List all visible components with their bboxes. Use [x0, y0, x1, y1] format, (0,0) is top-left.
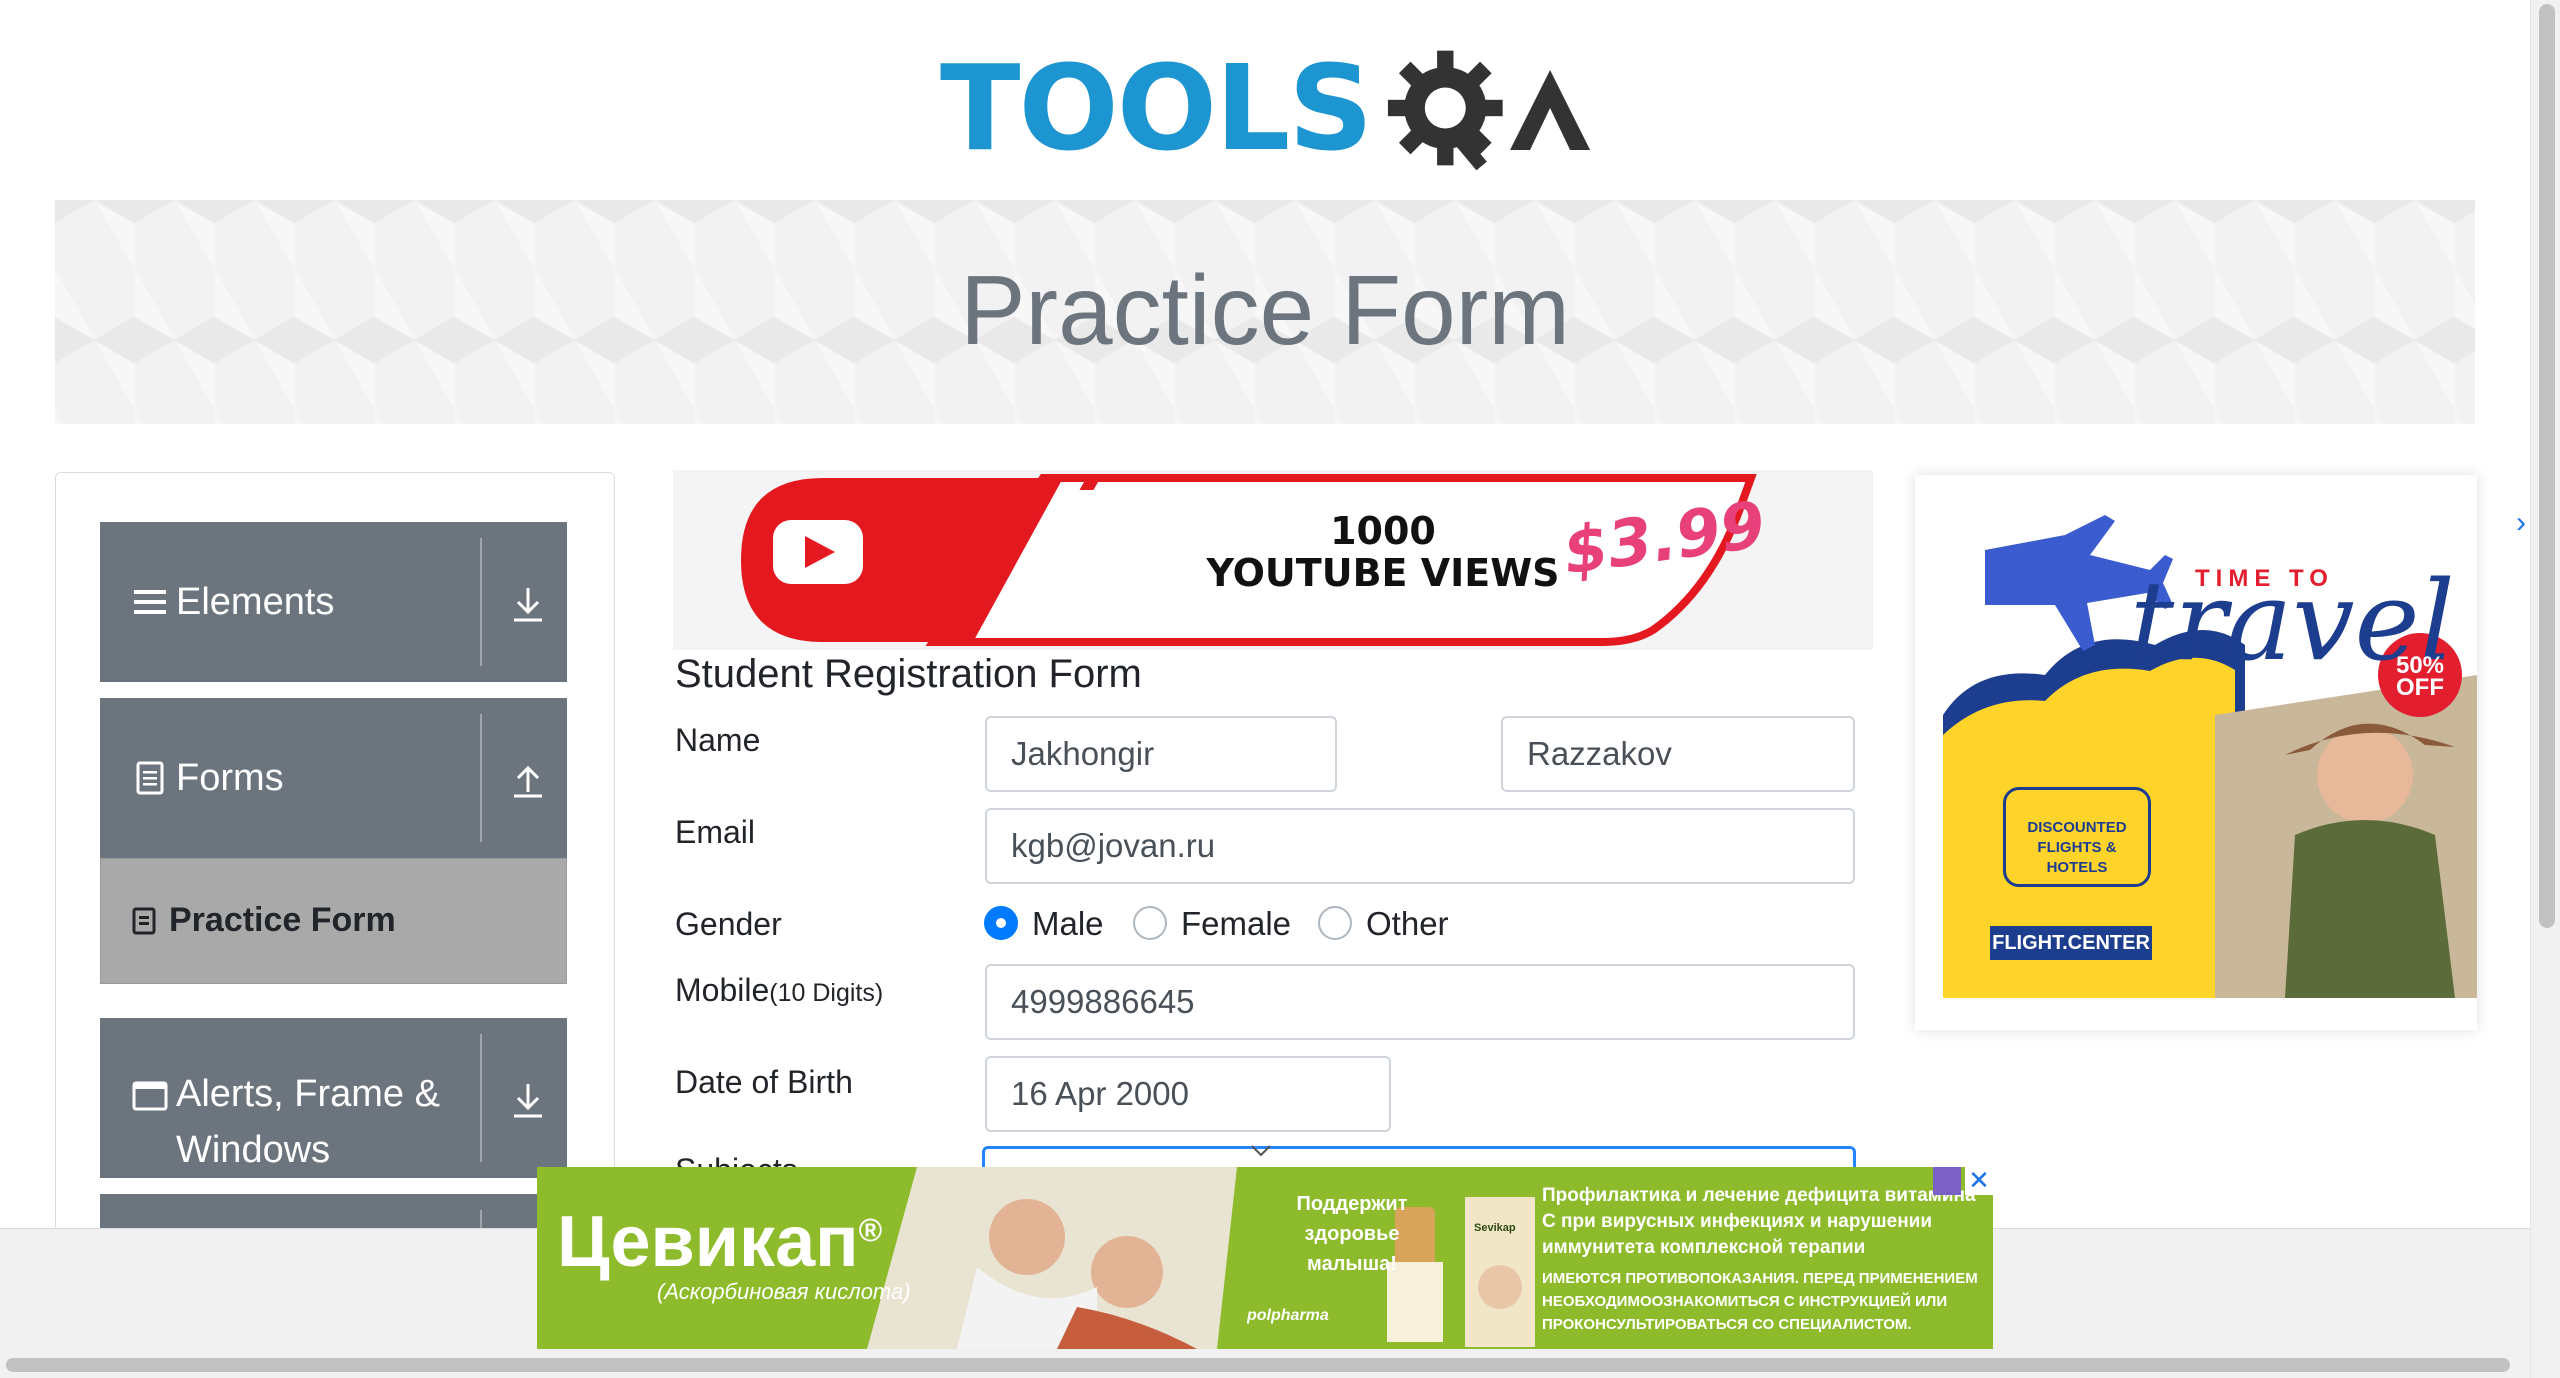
vertical-scrollbar-thumb[interactable]: [2539, 4, 2555, 928]
last-name-input[interactable]: [1501, 716, 1855, 792]
date-of-birth-input[interactable]: [985, 1056, 1391, 1132]
mobile-label-text: Mobile: [675, 972, 770, 1008]
page-title: Practice Form: [960, 255, 1570, 365]
email-label: Email: [675, 814, 756, 850]
youtube-ad-text: 1000 YOUTUBE VIEWS: [1173, 510, 1593, 594]
gender-female-label[interactable]: Female: [1181, 905, 1291, 943]
gender-other-label[interactable]: Other: [1366, 905, 1449, 943]
cevikap-description: Профилактика и лечение дефицита витамина…: [1542, 1185, 1976, 1258]
sidebar-group-divider: [480, 1034, 482, 1162]
ad-choices-icon[interactable]: ›: [2516, 506, 2526, 540]
hamburger-icon: [134, 590, 166, 614]
practice-form-icon: [132, 907, 156, 935]
sidebar-item-practice-form[interactable]: Practice Form: [100, 858, 567, 984]
page-banner: Practice Form: [55, 200, 2475, 424]
sidebar-group-divider: [480, 538, 482, 666]
window-icon: [132, 1081, 168, 1111]
sidebar-group-label: Forms: [176, 757, 284, 799]
cevikap-brand: Цевикап®: [557, 1201, 882, 1283]
travel-ad-bubble-line2: FLIGHTS & HOTELS: [2037, 839, 2117, 876]
sidebar-group-alerts[interactable]: Alerts, Frame & Windows: [100, 1018, 567, 1178]
logo-a-icon: [1509, 69, 1590, 151]
email-input[interactable]: [985, 808, 1855, 884]
sidebar-group-label: Alerts, Frame &: [176, 1073, 440, 1115]
cevikap-subtitle: (Аскорбиновая кислота): [657, 1279, 911, 1304]
youtube-views-ad[interactable]: 1000 YOUTUBE VIEWS $3.99: [673, 470, 1873, 650]
form-title: Student Registration Form: [675, 652, 1142, 696]
cevikap-registered-mark: ®: [858, 1212, 883, 1248]
mobile-hint: (10 Digits): [769, 979, 884, 1007]
ad-close-button[interactable]: ✕: [1965, 1167, 1993, 1195]
mobile-input[interactable]: [985, 964, 1855, 1040]
mobile-label: Mobile(10 Digits): [675, 972, 883, 1009]
ad-info-icon[interactable]: [1933, 1167, 1961, 1195]
cevikap-tagline-line1: Поддержит: [1296, 1193, 1408, 1215]
arrow-up-icon[interactable]: [508, 760, 548, 800]
cevikap-package-label: Sevikap: [1474, 1222, 1516, 1234]
horizontal-scrollbar-thumb[interactable]: [6, 1358, 2510, 1372]
travel-ad[interactable]: TIME TO travel 50% OFF DISCOUNTED FLIGHT…: [1915, 475, 2477, 1030]
sidebar-item-label: Practice Form: [169, 901, 396, 939]
gender-other-radio[interactable]: [1318, 906, 1352, 940]
cevikap-brand-text: Цевикап: [557, 1202, 859, 1282]
polpharma-logo: polpharma: [1247, 1307, 1329, 1324]
cevikap-disclaimer: ИМЕЮТСЯ ПРОТИВОПОКАЗАНИЯ. ПЕРЕД ПРИМЕНЕН…: [1542, 1270, 1978, 1333]
horizontal-scrollbar[interactable]: [0, 1350, 2530, 1378]
sidebar-group-label: Elements: [176, 581, 335, 623]
first-name-input[interactable]: [985, 716, 1337, 792]
toolsqa-logo[interactable]: TOOLS: [940, 28, 1600, 188]
chevron-down-icon: [1251, 1145, 1271, 1157]
cevikap-ad[interactable]: Цевикап® (Аскорбиновая кислота) Поддержи…: [537, 1167, 1993, 1349]
sidebar-group-elements[interactable]: Elements: [100, 522, 567, 682]
sidebar-group-divider: [480, 714, 482, 842]
cevikap-tagline: Поддержит здоровье малыша!: [1237, 1189, 1467, 1279]
cevikap-tagline-line2: здоровье: [1304, 1223, 1400, 1245]
arrow-down-icon[interactable]: [508, 1080, 548, 1120]
arrow-down-icon[interactable]: [508, 584, 548, 624]
logo-tools-text: TOOLS: [940, 39, 1373, 177]
travel-ad-badge: 50% OFF: [2390, 654, 2450, 701]
cevikap-tagline-line3: малыша!: [1307, 1253, 1397, 1275]
name-label: Name: [675, 722, 761, 758]
gear-q-icon: [1388, 50, 1503, 171]
travel-ad-badge-line2: OFF: [2396, 674, 2444, 701]
vertical-scrollbar[interactable]: [2530, 0, 2560, 1378]
travel-ad-bubble: DISCOUNTED FLIGHTS & HOTELS: [2003, 787, 2151, 887]
youtube-ad-line1: 1000: [1330, 509, 1436, 553]
travel-ad-brand: FLIGHT.CENTER: [1987, 923, 2155, 963]
gender-female-radio[interactable]: [1133, 906, 1167, 940]
dob-label: Date of Birth: [675, 1064, 853, 1100]
sidebar-group-label-line2: Windows: [176, 1129, 331, 1171]
document-icon: [136, 761, 164, 795]
travel-ad-bubble-line1: DISCOUNTED: [2027, 819, 2127, 836]
sidebar-group-forms[interactable]: Forms: [100, 698, 567, 858]
gender-male-radio[interactable]: [984, 906, 1018, 940]
gender-male-label[interactable]: Male: [1032, 905, 1104, 943]
youtube-ad-line2: YOUTUBE VIEWS: [1206, 551, 1560, 595]
gender-label: Gender: [675, 906, 782, 942]
